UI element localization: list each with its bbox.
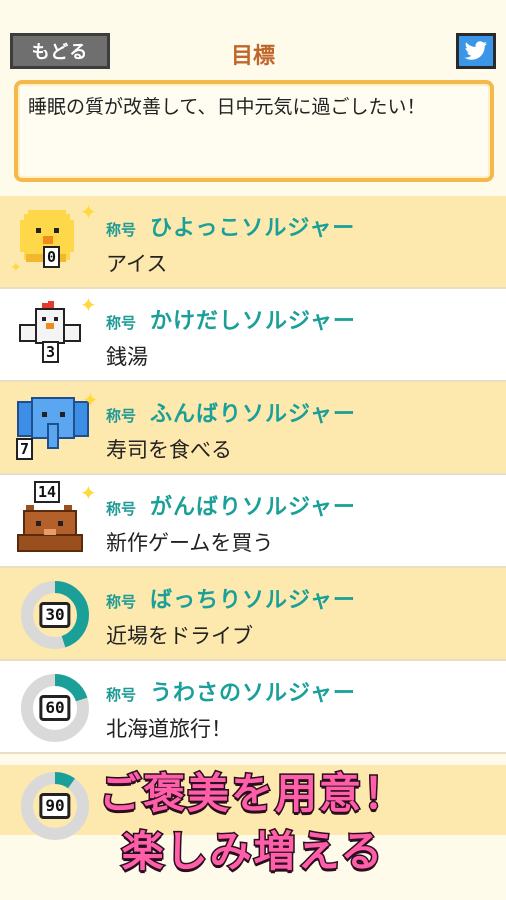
page-title: 目標 (230, 44, 275, 69)
level-badge: 7 (16, 438, 34, 460)
sparkle-icon: ✦ (80, 200, 97, 224)
header: もどる 目標 (0, 0, 506, 82)
progress-ring: 60 (16, 671, 96, 745)
rank-label: 称号 (106, 407, 137, 425)
sparkle-icon: ✦ (82, 388, 99, 412)
rank-name: ばっちりソルジャー (150, 588, 356, 613)
elephant-icon: 7 ✦ (16, 388, 99, 466)
progress-ring: 30 (16, 578, 96, 652)
level-number: 60 (39, 695, 71, 721)
rank-name: ふんばりソルジャー (150, 402, 356, 427)
sparkle-icon: ✦ (80, 481, 97, 505)
promo-line-2: 楽しみ増える (120, 826, 385, 878)
sparkle-icon: ✦ (80, 293, 97, 317)
rank-list: 0 ✦ ✦ 称号 ひよっこソルジャー アイス 3 ✦ 称号 かけだしソルジャー … (0, 196, 506, 754)
list-item[interactable]: 3 ✦ 称号 かけだしソルジャー 銭湯 (0, 289, 506, 382)
twitter-share-button[interactable] (456, 33, 496, 69)
rank-name: ひよっこソルジャー (150, 216, 356, 241)
level-badge: 0 (43, 246, 61, 268)
bear-icon: 14 ✦ (16, 481, 97, 559)
promo-line-1: ご褒美を用意！ (97, 768, 407, 820)
level-badge: 3 (42, 341, 60, 363)
level-badge: 14 (34, 481, 61, 503)
list-item[interactable]: 14 ✦ 称号 がんばりソルジャー 新作ゲームを買う (0, 475, 506, 568)
goal-text-box[interactable]: 睡眠の質が改善して、日中元気に過ごしたい！ (14, 80, 494, 182)
rank-label: 称号 (106, 500, 137, 518)
chick-icon: 0 ✦ ✦ (10, 200, 97, 280)
promo-banner: ご褒美を用意！ 楽しみ増える (0, 765, 506, 900)
reward-text: アイス (106, 252, 168, 276)
reward-text: 銭湯 (106, 345, 148, 369)
rank-name: かけだしソルジャー (150, 309, 356, 334)
reward-text: 寿司を食べる (106, 438, 232, 462)
list-item[interactable]: 60 称号 うわさのソルジャー 北海道旅行！ (0, 661, 506, 754)
list-item[interactable]: 30 称号 ばっちりソルジャー 近場をドライブ (0, 568, 506, 661)
sparkle-icon: ✦ (10, 260, 22, 276)
rank-name: がんばりソルジャー (150, 495, 356, 520)
rank-name: うわさのソルジャー (150, 681, 356, 706)
reward-text: 新作ゲームを買う (106, 531, 274, 555)
rooster-icon: 3 ✦ (16, 293, 97, 373)
twitter-bird-icon (464, 41, 487, 60)
list-item[interactable]: 7 ✦ 称号 ふんばりソルジャー 寿司を食べる (0, 382, 506, 475)
rank-label: 称号 (106, 314, 137, 332)
list-item[interactable]: 0 ✦ ✦ 称号 ひよっこソルジャー アイス (0, 196, 506, 289)
reward-text: 北海道旅行！ (106, 717, 232, 741)
rank-label: 称号 (106, 221, 137, 239)
rank-label: 称号 (106, 593, 137, 611)
reward-text: 近場をドライブ (106, 624, 253, 648)
level-number: 30 (39, 602, 71, 628)
rank-label: 称号 (106, 686, 137, 704)
